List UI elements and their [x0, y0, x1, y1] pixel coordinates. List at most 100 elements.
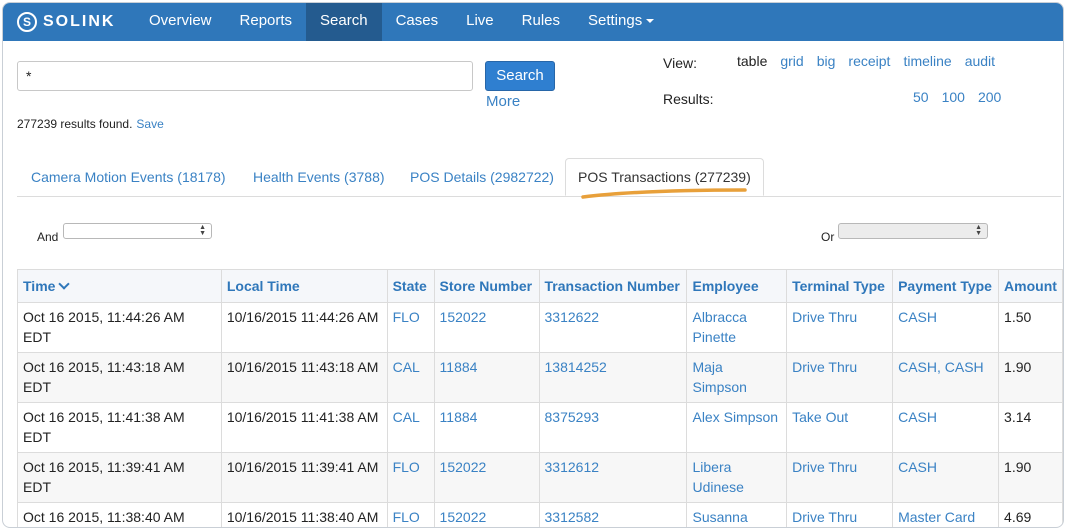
cell-payment-type[interactable]: CASH: [892, 402, 1000, 453]
results-option-100[interactable]: 100: [942, 89, 965, 105]
cell-local-time: 10/16/2015 11:39:41 AM: [220, 452, 388, 503]
cell-state[interactable]: FLO: [386, 452, 435, 503]
cell-amount: 3.14: [998, 402, 1063, 453]
cell-transaction-number[interactable]: 3312582: [538, 502, 688, 527]
logo-text: SOLINK: [43, 13, 116, 30]
column-header-time-label: Time: [23, 278, 56, 294]
cell-store-number[interactable]: 11884: [433, 352, 540, 403]
view-option-big[interactable]: big: [817, 53, 836, 69]
view-option-grid[interactable]: grid: [780, 53, 803, 69]
select-arrows-icon: ▲ ▼: [199, 224, 206, 237]
search-input[interactable]: [17, 61, 473, 91]
cell-payment-type[interactable]: CASH: [892, 452, 1000, 503]
select-arrows-icon: ▲ ▼: [975, 224, 982, 237]
results-option-200[interactable]: 200: [978, 89, 1001, 105]
cell-transaction-number[interactable]: 13814252: [538, 352, 688, 403]
results-option-50[interactable]: 50: [913, 89, 929, 105]
cell-local-time: 10/16/2015 11:41:38 AM: [220, 402, 388, 453]
logo-mark-icon: S: [17, 12, 37, 32]
cell-terminal-type[interactable]: Drive Thru: [786, 452, 894, 503]
sort-descending-icon: [58, 278, 71, 290]
cell-terminal-type[interactable]: Drive Thru: [786, 302, 894, 353]
tab-pos-details[interactable]: POS Details (2982722): [398, 158, 566, 196]
nav-rules[interactable]: Rules: [508, 3, 574, 41]
column-header-store-number[interactable]: Store Number: [433, 269, 540, 303]
cell-payment-type[interactable]: CASH, CASH: [892, 352, 1000, 403]
table-row[interactable]: Oct 16 2015, 11:38:40 AM EDT 10/16/2015 …: [17, 502, 1063, 527]
cell-store-number[interactable]: 152022: [433, 502, 540, 527]
results-count-text: 277239 results found.: [17, 117, 133, 131]
cell-transaction-number[interactable]: 3312612: [538, 452, 688, 503]
tab-health-events[interactable]: Health Events (3788): [241, 158, 397, 196]
and-filter-select[interactable]: ▲ ▼: [63, 223, 212, 239]
cell-transaction-number[interactable]: 3312622: [538, 302, 688, 353]
more-options-link[interactable]: More: [486, 93, 520, 110]
view-option-receipt[interactable]: receipt: [848, 53, 890, 69]
column-header-employee[interactable]: Employee: [686, 269, 788, 303]
top-navbar: S SOLINK Overview Reports Search Cases L…: [3, 3, 1063, 41]
or-filter-select[interactable]: ▲ ▼: [838, 223, 988, 239]
table-row[interactable]: Oct 16 2015, 11:44:26 AM EDT 10/16/2015 …: [17, 302, 1063, 353]
cell-employee[interactable]: Alex Simpson: [686, 402, 788, 453]
cell-store-number[interactable]: 152022: [433, 452, 540, 503]
highlight-stroke: [581, 188, 747, 199]
cell-time: Oct 16 2015, 11:41:38 AM EDT: [17, 402, 222, 453]
nav-settings-label: Settings: [588, 12, 643, 29]
column-header-terminal-type[interactable]: Terminal Type: [786, 269, 894, 303]
cell-payment-type[interactable]: CASH: [892, 302, 1000, 353]
cell-local-time: 10/16/2015 11:38:40 AM: [220, 502, 388, 527]
view-option-table[interactable]: table: [737, 53, 767, 69]
cell-state[interactable]: CAL: [386, 352, 435, 403]
cell-employee[interactable]: Libera Udinese: [686, 452, 788, 503]
cell-local-time: 10/16/2015 11:44:26 AM: [220, 302, 388, 353]
column-header-amount[interactable]: Amount: [998, 269, 1063, 303]
table-row[interactable]: Oct 16 2015, 11:39:41 AM EDT 10/16/2015 …: [17, 452, 1063, 503]
cell-employee[interactable]: Maja Simpson: [686, 352, 788, 403]
cell-employee[interactable]: Albracca Pinette: [686, 302, 788, 353]
cell-terminal-type[interactable]: Drive Thru: [786, 502, 894, 527]
cell-time: Oct 16 2015, 11:43:18 AM EDT: [17, 352, 222, 403]
cell-employee[interactable]: Susanna Sabbatini: [686, 502, 788, 527]
cell-payment-type[interactable]: Master Card: [892, 502, 1000, 527]
save-search-link[interactable]: Save: [136, 117, 163, 131]
view-options: table grid big receipt timeline audit: [737, 53, 995, 69]
nav-reports[interactable]: Reports: [226, 3, 307, 41]
cell-store-number[interactable]: 152022: [433, 302, 540, 353]
view-option-timeline[interactable]: timeline: [903, 53, 951, 69]
results-count: 277239 results found. Save: [17, 117, 164, 131]
cell-transaction-number[interactable]: 8375293: [538, 402, 688, 453]
cell-state[interactable]: CAL: [386, 402, 435, 453]
cell-state[interactable]: FLO: [386, 502, 435, 527]
column-header-local-time[interactable]: Local Time: [220, 269, 388, 303]
tab-camera-motion-events[interactable]: Camera Motion Events (18178): [19, 158, 238, 196]
caret-down-icon: [646, 19, 655, 24]
column-header-transaction-number[interactable]: Transaction Number: [538, 269, 688, 303]
highlight-underline: [581, 188, 747, 199]
table-row[interactable]: Oct 16 2015, 11:43:18 AM EDT 10/16/2015 …: [17, 352, 1063, 403]
column-header-payment-type[interactable]: Payment Type: [892, 269, 1000, 303]
cell-time: Oct 16 2015, 11:44:26 AM EDT: [17, 302, 222, 353]
nav-live[interactable]: Live: [452, 3, 508, 41]
cell-local-time: 10/16/2015 11:43:18 AM: [220, 352, 388, 403]
cell-amount: 1.50: [998, 302, 1063, 353]
search-button[interactable]: Search: [485, 61, 555, 91]
nav-search[interactable]: Search: [306, 3, 382, 41]
results-per-page-label: Results:: [663, 91, 714, 107]
view-option-audit[interactable]: audit: [965, 53, 995, 69]
nav-cases[interactable]: Cases: [382, 3, 453, 41]
table-row[interactable]: Oct 16 2015, 11:41:38 AM EDT 10/16/2015 …: [17, 402, 1063, 453]
cell-terminal-type[interactable]: Drive Thru: [786, 352, 894, 403]
result-type-tabs: Camera Motion Events (18178) Health Even…: [17, 158, 1061, 197]
app-window: S SOLINK Overview Reports Search Cases L…: [2, 2, 1064, 528]
cell-state[interactable]: FLO: [386, 302, 435, 353]
cell-store-number[interactable]: 11884: [433, 402, 540, 453]
solink-logo[interactable]: S SOLINK: [17, 11, 115, 33]
cell-amount: 1.90: [998, 352, 1063, 403]
column-header-time[interactable]: Time: [17, 269, 222, 303]
column-header-state[interactable]: State: [386, 269, 435, 303]
nav-settings[interactable]: Settings: [574, 3, 668, 41]
and-filter-label: And: [37, 230, 59, 244]
cell-time: Oct 16 2015, 11:38:40 AM EDT: [17, 502, 222, 527]
nav-overview[interactable]: Overview: [135, 3, 226, 41]
cell-terminal-type[interactable]: Take Out: [786, 402, 894, 453]
